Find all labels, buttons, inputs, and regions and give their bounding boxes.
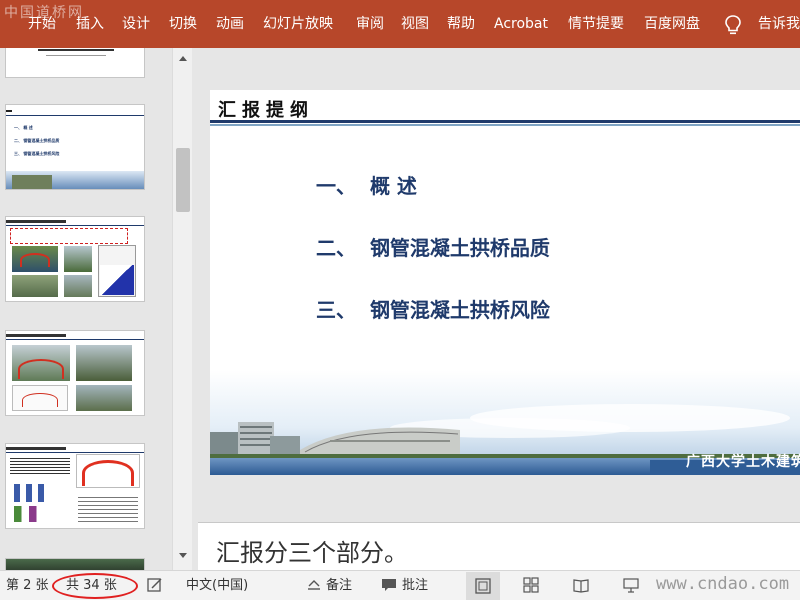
thumbnail-slide-4[interactable] [5, 330, 145, 416]
tab-design[interactable]: 设计 [122, 14, 150, 34]
tab-slideshow[interactable]: 幻灯片放映 [263, 14, 333, 34]
title-underline-light [210, 124, 800, 126]
comments-button-label[interactable]: 批注 [402, 577, 428, 595]
thumbnail-slide-3[interactable] [5, 216, 145, 302]
outline-item-1[interactable]: 一、 概 述 [316, 170, 417, 199]
notes-pane[interactable]: 汇报分三个部分。 [198, 523, 800, 570]
thumbnail-slide-2[interactable]: 一、 概 述 二、 钢管混凝土拱桥品质 三、 钢管混凝土拱桥风险 [5, 104, 145, 190]
slide-title[interactable]: 汇报提纲 [218, 96, 314, 122]
thumbnail-slide-5[interactable] [5, 443, 145, 529]
scrollbar-thumb[interactable] [176, 148, 190, 212]
tab-review[interactable]: 审阅 [356, 14, 384, 34]
outline-text: 概 述 [369, 174, 417, 198]
tab-view[interactable]: 视图 [401, 14, 429, 34]
slideshow-icon[interactable] [622, 576, 640, 594]
thumbnail-slide-6[interactable] [5, 558, 145, 570]
notes-button-label[interactable]: 备注 [326, 577, 352, 595]
slide-number: 第 2 张 [6, 578, 49, 593]
notes-icon[interactable] [305, 576, 323, 594]
thumbnail-outline-3: 三、 钢管混凝土拱桥风险 [14, 151, 60, 156]
tab-home[interactable]: 开始 [28, 14, 56, 34]
outline-number: 二、 [316, 236, 356, 260]
title-underline [210, 120, 800, 123]
scroll-up-arrow-icon[interactable] [173, 48, 193, 68]
outline-item-2[interactable]: 二、 钢管混凝土拱桥品质 [316, 232, 550, 261]
outline-number: 三、 [316, 298, 356, 322]
red-ellipse-annotation [52, 573, 138, 599]
outline-item-3[interactable]: 三、 钢管混凝土拱桥风险 [316, 294, 550, 323]
spelling-check-icon[interactable] [146, 576, 164, 594]
campus-panorama-image: 广西大学土木建筑 [210, 370, 800, 475]
thumbnail-outline-2: 二、 钢管混凝土拱桥品质 [14, 138, 60, 143]
powerpoint-window: 中国道桥网 开始 插入 设计 切换 动画 幻灯片放映 审阅 视图 帮助 Acro… [0, 0, 800, 600]
outline-text: 钢管混凝土拱桥品质 [369, 236, 550, 260]
scroll-down-arrow-icon[interactable] [173, 546, 193, 566]
ribbon-tabs: 中国道桥网 开始 插入 设计 切换 动画 幻灯片放映 审阅 视图 帮助 Acro… [0, 0, 800, 48]
comments-icon[interactable] [380, 576, 398, 594]
slide-canvas[interactable]: 汇报提纲 一、 概 述 二、 钢管混凝土拱桥品质 三、 钢管混凝土拱桥风险 广西… [210, 90, 800, 475]
tell-me-search[interactable]: 告诉我 [758, 14, 800, 34]
university-name: 广西大学土木建筑 [686, 454, 800, 470]
slide-thumbnail-pane: 一、 概 述 二、 钢管混凝土拱桥品质 三、 钢管混凝土拱桥风险 [0, 48, 196, 570]
tab-animations[interactable]: 动画 [216, 14, 244, 34]
view-normal-button[interactable] [466, 572, 500, 600]
site-url-watermark: www.cndao.com [656, 574, 790, 594]
tab-baidu-netdisk[interactable]: 百度网盘 [644, 14, 700, 34]
tab-acrobat[interactable]: Acrobat [494, 14, 548, 34]
language-indicator[interactable]: 中文(中国) [186, 577, 248, 595]
outline-text: 钢管混凝土拱桥风险 [369, 298, 550, 322]
reading-view-icon[interactable] [572, 576, 590, 594]
thumbnail-slide-1[interactable] [5, 48, 145, 78]
notes-text[interactable]: 汇报分三个部分。 [216, 533, 408, 568]
status-bar: 第 2 张 共 34 张 中文(中国) 备注 批注 www.cndao.com [0, 570, 800, 600]
lightbulb-icon[interactable] [723, 14, 743, 36]
outline-number: 一、 [316, 174, 356, 198]
tab-help[interactable]: 帮助 [447, 14, 475, 34]
slide-sorter-icon[interactable] [522, 576, 540, 594]
tab-insert[interactable]: 插入 [76, 14, 104, 34]
normal-view-icon [475, 578, 491, 594]
thumbnail-scrollbar[interactable] [172, 48, 192, 570]
tab-storyboard[interactable]: 情节提要 [568, 14, 624, 34]
thumbnail-outline-1: 一、 概 述 [14, 125, 33, 130]
tab-transitions[interactable]: 切换 [169, 14, 197, 34]
